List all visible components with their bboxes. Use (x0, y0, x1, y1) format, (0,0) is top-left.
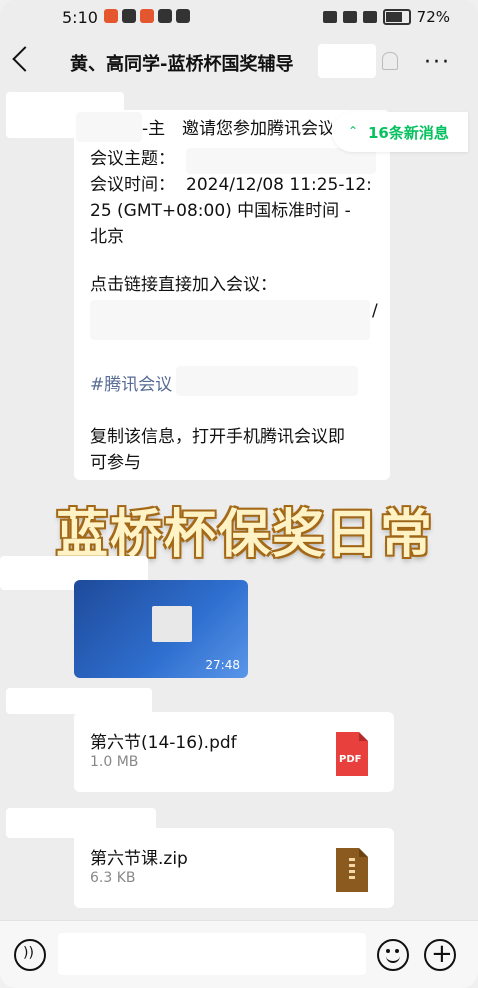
more-icon[interactable]: ··· (424, 50, 451, 75)
invite-text: 邀请您参加腾讯会议 (182, 119, 332, 139)
notification-icons (104, 9, 190, 23)
redacted-sender (76, 112, 142, 142)
bell-icon (158, 9, 172, 23)
footer-line-2: 可参与 (90, 453, 141, 473)
status-right: 72% (322, 8, 450, 26)
wechat-icon (176, 9, 190, 23)
video-message[interactable]: 27:48 (74, 580, 248, 678)
topic-label: 会议主题： (90, 149, 175, 169)
plus-icon[interactable]: + (424, 939, 456, 971)
emoji-icon[interactable] (377, 939, 409, 971)
redacted-link (90, 300, 370, 340)
eye-icon (322, 11, 337, 23)
pdf-icon: PDF (336, 732, 368, 776)
weibo-icon (104, 9, 118, 23)
battery-icon (382, 9, 411, 25)
time-value-2: 25 (GMT+08:00) 中国标准时间 - (90, 201, 351, 221)
mute-icon (342, 11, 357, 23)
pdf-label: PDF (339, 754, 362, 765)
wechat-icon (122, 9, 136, 23)
double-chevron-up-icon: ⌃ (348, 124, 359, 138)
voice-icon[interactable]: )) (14, 939, 46, 971)
video-duration: 27:48 (205, 658, 240, 672)
chat-screen: 5:10 72% 黄、高同学-蓝桥杯国奖辅导 ··· -主 邀请您参加腾讯会议 … (0, 0, 478, 988)
chat-header: 黄、高同学-蓝桥杯国奖辅导 ··· (0, 36, 478, 90)
file-message-zip[interactable]: 第六节课.zip 6.3 KB (74, 828, 394, 908)
file-name: 第六节(14-16).pdf (90, 733, 237, 753)
new-messages-label: 16条新消息 (368, 124, 449, 142)
input-bar: )) + (0, 920, 478, 988)
signal-icon (362, 11, 377, 23)
hashtag-link[interactable]: #腾讯会议 (90, 372, 172, 399)
redacted-hashtag (176, 366, 358, 396)
link-fragment: / (372, 301, 378, 321)
sender-fragment: -主 (142, 119, 166, 139)
video-thumbnail (152, 606, 192, 642)
status-time: 5:10 (62, 8, 98, 27)
zip-icon (336, 848, 368, 892)
time-value-1: 2024/12/08 11:25-12: (186, 175, 372, 195)
message-input[interactable] (58, 933, 366, 975)
new-messages-pill[interactable]: ⌃ 16条新消息 (332, 112, 468, 152)
time-label: 会议时间： (90, 175, 175, 195)
link-label: 点击链接直接加入会议： (90, 275, 277, 295)
file-size: 1.0 MB (90, 754, 139, 770)
redacted-topic (186, 148, 376, 174)
redacted-block (318, 44, 376, 78)
file-message-pdf[interactable]: 第六节(14-16).pdf 1.0 MB PDF (74, 712, 394, 792)
file-name: 第六节课.zip (90, 849, 188, 869)
footer-line-1: 复制该信息，打开手机腾讯会议即 (90, 427, 345, 447)
file-size: 6.3 KB (90, 870, 136, 886)
app-icon (140, 9, 154, 23)
redacted-avatar (6, 688, 152, 714)
status-bar: 5:10 72% (0, 0, 478, 36)
time-value-3: 北京 (90, 227, 124, 247)
mute-bell-icon (382, 52, 398, 70)
back-icon[interactable] (12, 46, 38, 72)
battery-percent: 72% (416, 8, 450, 26)
